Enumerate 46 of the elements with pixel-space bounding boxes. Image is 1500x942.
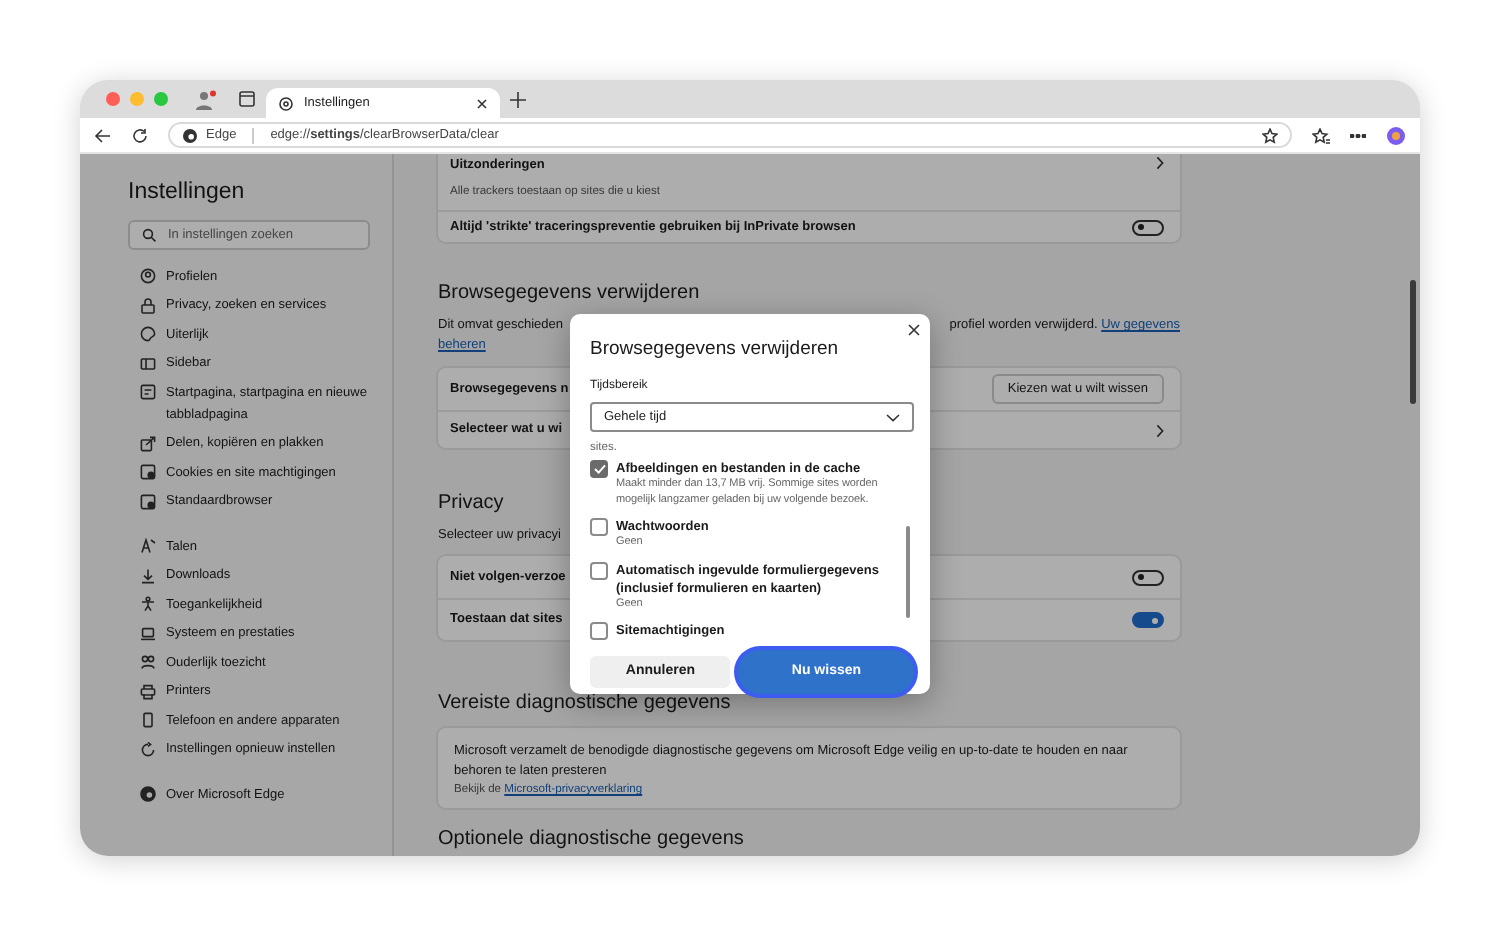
chevron-down-icon [886,413,900,422]
scrollbar-thumb[interactable] [1410,280,1416,404]
dialog-title: Browsegegevens verwijderen [590,338,841,361]
section-heading: Vereiste diagnostische gegevens [438,692,731,716]
checkbox[interactable] [590,460,608,479]
chevron-right-icon[interactable] [1156,423,1164,437]
edge-logo-icon [182,127,198,143]
search-icon [142,227,156,242]
favorites-icon[interactable] [1312,127,1330,143]
toggle-switch[interactable] [1132,569,1164,585]
sidebar-title: Instellingen [128,180,247,208]
printer-icon [140,683,156,700]
phone-icon [140,712,156,729]
checkbox[interactable] [590,561,608,580]
checkmark-icon [593,464,605,475]
family-icon [140,654,156,671]
toggle-switch[interactable] [1132,612,1164,628]
copilot-icon[interactable] [1386,125,1406,145]
toggle-switch[interactable] [1132,219,1164,235]
section-heading: Optionele diagnostische gegevens [438,828,744,852]
profile-icon [140,268,156,285]
laptop-icon [140,625,156,642]
checkbox[interactable] [590,622,608,641]
share-icon [140,435,156,452]
scrollbar-thumb[interactable] [906,526,910,619]
back-icon[interactable] [94,127,112,143]
lock-icon [140,297,156,314]
section-heading: Browsegegevens verwijderen [438,282,700,306]
translate-icon [140,538,156,555]
star-icon[interactable] [1262,127,1278,143]
tab-actions-icon[interactable] [238,90,256,108]
profile-icon[interactable] [194,89,218,109]
checkbox[interactable] [590,518,608,537]
chevron-right-icon[interactable] [1156,156,1164,170]
browser-icon [140,493,156,510]
edge-logo-icon [140,786,156,803]
refresh-icon[interactable] [132,127,148,143]
page-icon [140,384,156,401]
download-icon [140,567,156,584]
section-heading: Privacy [438,492,504,516]
new-tab-icon[interactable] [510,91,526,107]
close-icon[interactable] [476,97,488,109]
close-icon[interactable] [908,324,920,336]
accessibility-icon [140,596,156,613]
sidebar-icon [140,355,156,372]
reset-icon [140,741,156,758]
